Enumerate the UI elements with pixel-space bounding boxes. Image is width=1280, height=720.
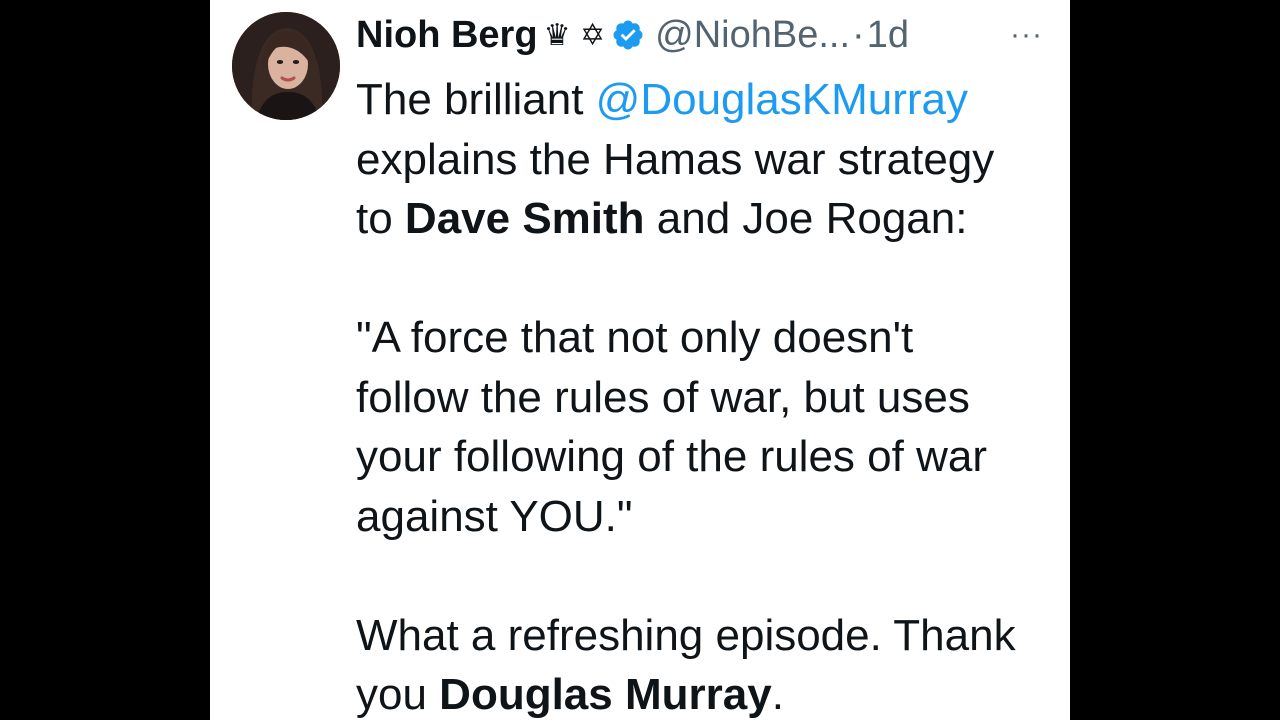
quote-line: against YOU." (356, 491, 633, 541)
tweet-card: Nioh Berg ♛ ✡ @NiohBe... · 1d ··· The br… (210, 0, 1070, 720)
tweet-header: Nioh Berg ♛ ✡ @NiohBe... · 1d (356, 10, 909, 60)
quote-line: follow the rules of war, but uses (356, 372, 970, 422)
tweet-text-segment: and Joe Rogan: (644, 194, 968, 243)
quote-line: "A force that not only doesn't (356, 313, 914, 362)
quote-line: your following of the rules of war (356, 432, 987, 481)
tweet-line: What a refreshing episode. Thank (356, 610, 1016, 660)
tweet-text-segment: you (356, 670, 440, 719)
tweet-line: to Dave Smith and Joe Rogan: (356, 189, 1056, 249)
verified-badge-icon (611, 18, 645, 52)
mention-link[interactable]: @DouglasKMurray (596, 75, 968, 124)
tweet-line: The brilliant @DouglasKMurray (356, 70, 1056, 130)
bold-name: Dave Smith (404, 194, 645, 243)
tweet-text: The brilliant @DouglasKMurray explains t… (356, 70, 1056, 720)
avatar-image (232, 12, 340, 120)
author-name[interactable]: Nioh Berg (356, 14, 538, 57)
bold-name: Douglas Murray (439, 670, 772, 719)
tweet-text-segment: The brilliant (356, 75, 596, 124)
time-separator: · (852, 13, 865, 56)
tweet-text-segment: to (356, 194, 405, 243)
tweet-line: explains the Hamas war strategy (356, 134, 995, 184)
more-horizontal-icon[interactable]: ··· (1010, 18, 1043, 52)
tweet-line: you Douglas Murray. (356, 665, 1056, 720)
avatar[interactable] (232, 12, 340, 120)
tweet-timestamp[interactable]: 1d (867, 14, 909, 57)
name-emoji-symbols: ♛ ✡ (543, 17, 606, 53)
author-handle[interactable]: @NiohBe... (655, 14, 850, 57)
tweet-text-segment: . (771, 670, 784, 719)
